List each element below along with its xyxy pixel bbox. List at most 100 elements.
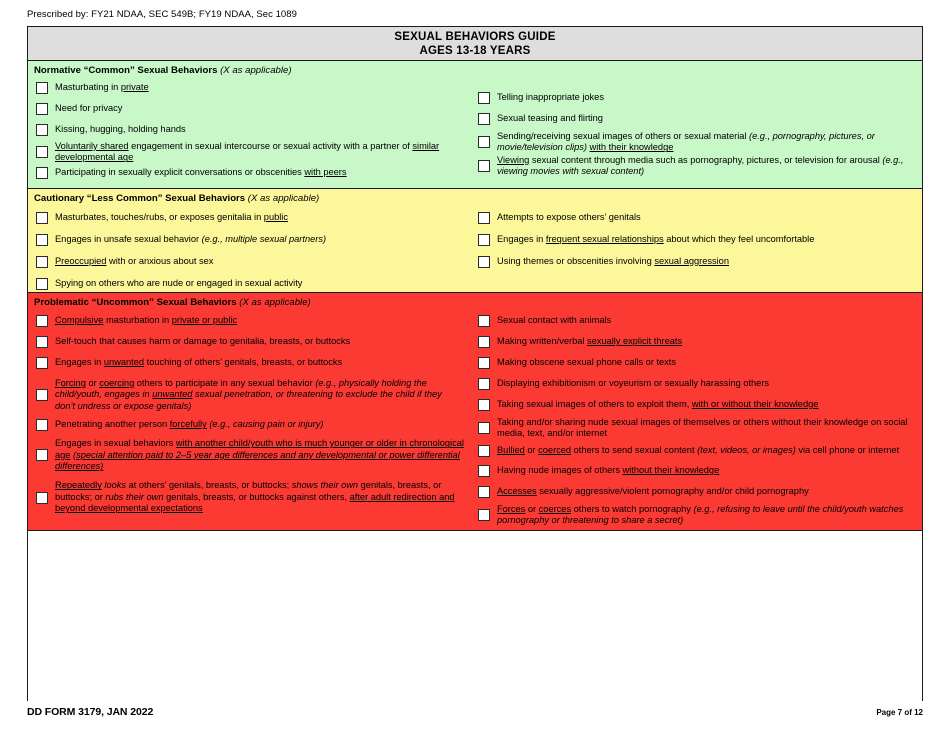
checkbox[interactable]: [36, 491, 48, 504]
checklist-item[interactable]: Displaying exhibitionism or voyeurism or…: [470, 378, 920, 390]
checkbox[interactable]: [478, 315, 490, 327]
checklist-item[interactable]: Repeatedly looks at others’ genitals, br…: [28, 480, 470, 514]
checklist-item[interactable]: Taking sexual images of others to exploi…: [470, 399, 920, 411]
checklist-item[interactable]: Accesses sexually aggressive/violent por…: [470, 485, 920, 498]
checkbox[interactable]: [478, 336, 490, 348]
checklist-item[interactable]: Sexual teasing and flirting: [470, 113, 920, 125]
checkbox[interactable]: [36, 357, 48, 369]
checklist-item-label: Voluntarily shared engagement in sexual …: [55, 141, 440, 163]
checklist-item[interactable]: Kissing, hugging, holding hands: [28, 124, 470, 136]
checklist-item[interactable]: Masturbating in private: [28, 82, 470, 94]
checklist-item[interactable]: Attempts to expose others’ genitals: [470, 212, 920, 224]
checklist-item-label: Sending/receiving sexual images of other…: [497, 131, 875, 153]
section-cautionary: Cautionary “Less Common” Sexual Behavior…: [28, 189, 922, 293]
checkbox[interactable]: [36, 166, 48, 179]
section-normative: Normative “Common” Sexual Behaviors (X a…: [28, 61, 922, 189]
section-normative-heading: Normative “Common” Sexual Behaviors (X a…: [28, 61, 922, 79]
footer-page-number: Page 7 of 12: [876, 708, 923, 717]
checklist-item[interactable]: Compulsive masturbation in private or pu…: [28, 315, 470, 327]
checkbox[interactable]: [36, 146, 48, 159]
checkbox[interactable]: [36, 315, 48, 327]
section-problematic-heading-text: Problematic “Uncommon” Sexual Behaviors: [34, 297, 237, 308]
section-problematic-columns: Compulsive masturbation in private or pu…: [28, 311, 922, 527]
checklist-item-label: Preoccupied with or anxious about sex: [55, 256, 214, 266]
checkbox[interactable]: [36, 419, 48, 432]
checklist-item[interactable]: Masturbates, touches/rubs, or exposes ge…: [28, 212, 470, 224]
checklist-item-label: Taking sexual images of others to exploi…: [497, 399, 819, 409]
checklist-item[interactable]: Spying on others who are nude or engaged…: [28, 278, 470, 290]
checkbox[interactable]: [36, 278, 48, 290]
checkbox[interactable]: [478, 234, 490, 246]
checkbox[interactable]: [478, 113, 490, 125]
checklist-item-label: Masturbates, touches/rubs, or exposes ge…: [55, 212, 288, 222]
section-blank-area: [28, 531, 922, 701]
checklist-item[interactable]: Making written/verbal sexually explicit …: [470, 336, 920, 348]
checkbox[interactable]: [478, 509, 490, 522]
checklist-item-label: Displaying exhibitionism or voyeurism or…: [497, 378, 770, 388]
checklist-item[interactable]: Need for privacy: [28, 103, 470, 115]
checkbox[interactable]: [478, 256, 490, 268]
checklist-item-label: Making obscene sexual phone calls or tex…: [497, 357, 677, 367]
checkbox[interactable]: [36, 124, 48, 136]
section-cautionary-heading-text: Cautionary “Less Common” Sexual Behavior…: [34, 193, 246, 204]
checklist-item[interactable]: Making obscene sexual phone calls or tex…: [470, 357, 920, 369]
checkbox[interactable]: [478, 464, 490, 477]
checkbox[interactable]: [478, 357, 490, 369]
checklist-item-label: Bullied or coerced others to send sexual…: [497, 444, 900, 455]
form-title-line-2: AGES 13-18 YEARS: [419, 45, 531, 57]
checklist-item[interactable]: Penetrating another person forcefully (e…: [28, 419, 470, 432]
checklist-item[interactable]: Participating in sexually explicit conve…: [28, 166, 470, 179]
checklist-item[interactable]: Having nude images of others without the…: [470, 464, 920, 477]
checkbox[interactable]: [36, 212, 48, 224]
checklist-item[interactable]: Forcing or coercing others to participat…: [28, 378, 470, 412]
checklist-item[interactable]: Forces or coerces others to watch pornog…: [470, 504, 920, 527]
checkbox[interactable]: [36, 256, 48, 268]
checklist-item[interactable]: Viewing sexual content through media suc…: [470, 155, 920, 178]
checklist-item-label: Participating in sexually explicit conve…: [55, 166, 347, 177]
checklist-item[interactable]: Sending/receiving sexual images of other…: [470, 131, 920, 154]
checkbox[interactable]: [478, 136, 490, 149]
checklist-item[interactable]: Sexual contact with animals: [470, 315, 920, 327]
checkbox[interactable]: [478, 444, 490, 457]
form-footer: DD FORM 3179, JAN 2022 Page 7 of 12: [27, 706, 923, 718]
checklist-item-label: Repeatedly looks at others’ genitals, br…: [55, 480, 455, 514]
checkbox[interactable]: [478, 378, 490, 390]
checkbox[interactable]: [36, 82, 48, 94]
section-cautionary-heading-note: (X as applicable): [247, 193, 320, 204]
checklist-item-label: Taking and/or sharing nude sexual images…: [497, 417, 908, 439]
form-page: Prescribed by: FY21 NDAA, SEC 549B; FY19…: [0, 0, 950, 733]
checklist-item[interactable]: Engages in frequent sexual relationships…: [470, 234, 920, 246]
checkbox[interactable]: [478, 212, 490, 224]
section-normative-left-column: Masturbating in private Need for privacy…: [28, 79, 470, 179]
section-cautionary-columns: Masturbates, touches/rubs, or exposes ge…: [28, 207, 922, 290]
checkbox[interactable]: [478, 399, 490, 411]
checkbox[interactable]: [478, 485, 490, 498]
checkbox[interactable]: [478, 92, 490, 104]
checklist-item[interactable]: Engages in sexual behaviors with another…: [28, 438, 470, 472]
checkbox[interactable]: [36, 234, 48, 246]
section-cautionary-heading: Cautionary “Less Common” Sexual Behavior…: [28, 189, 922, 207]
checkbox[interactable]: [36, 336, 48, 348]
checklist-item[interactable]: Preoccupied with or anxious about sex: [28, 256, 470, 268]
form-frame: SEXUAL BEHAVIORS GUIDE AGES 13-18 YEARS …: [27, 26, 923, 701]
checklist-item[interactable]: Self-touch that causes harm or damage to…: [28, 336, 470, 348]
checklist-item-label: Self-touch that causes harm or damage to…: [55, 336, 351, 346]
checklist-item[interactable]: Engages in unwanted touching of others’ …: [28, 357, 470, 369]
checklist-item[interactable]: Using themes or obscenities involving se…: [470, 256, 920, 268]
checklist-item[interactable]: Bullied or coerced others to send sexual…: [470, 444, 920, 457]
checklist-item[interactable]: Engages in unsafe sexual behavior (e.g.,…: [28, 234, 470, 246]
checklist-item[interactable]: Voluntarily shared engagement in sexual …: [28, 141, 470, 164]
checkbox[interactable]: [36, 449, 48, 462]
checklist-item[interactable]: Telling inappropriate jokes: [470, 92, 920, 104]
checklist-item[interactable]: Taking and/or sharing nude sexual images…: [470, 417, 920, 440]
footer-form-id: DD FORM 3179, JAN 2022: [27, 706, 154, 718]
section-problematic-left-column: Compulsive masturbation in private or pu…: [28, 311, 470, 515]
section-cautionary-left-column: Masturbates, touches/rubs, or exposes ge…: [28, 207, 470, 290]
checkbox[interactable]: [478, 160, 490, 173]
checklist-item-label: Sexual teasing and flirting: [497, 113, 603, 123]
checkbox[interactable]: [36, 389, 48, 402]
section-normative-heading-text: Normative “Common” Sexual Behaviors: [34, 65, 218, 76]
checklist-item-label: Attempts to expose others’ genitals: [497, 212, 641, 222]
checkbox[interactable]: [478, 422, 490, 435]
checkbox[interactable]: [36, 103, 48, 115]
